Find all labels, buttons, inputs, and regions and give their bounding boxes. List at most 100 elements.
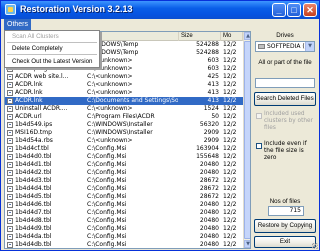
table-row[interactable]: Uninstall ACDR.... C:\<unknown> 1524 12/2 xyxy=(5,105,243,113)
file-icon xyxy=(7,106,13,112)
cell-name: 1b4d4da.tbl xyxy=(15,233,52,240)
file-icon xyxy=(7,130,13,136)
table-row[interactable]: 1b4d4d7.tbl C:\Config.Msi 20480 12/2 xyxy=(5,209,243,217)
restore-by-copying-button[interactable]: Restore by Copying xyxy=(254,219,316,233)
file-icon xyxy=(7,194,13,200)
cell-modified: 12/2 xyxy=(223,57,237,64)
resize-grip[interactable] xyxy=(312,243,318,249)
file-icon xyxy=(7,162,13,168)
column-header-modified[interactable]: Mo xyxy=(221,32,243,41)
cell-path: C:\Config.Msi xyxy=(87,241,127,248)
table-row[interactable]: MSI16D.tmp C:\WINDOWS\Installer 2909 12/2 xyxy=(5,129,243,137)
cell-path: C:\Config.Msi xyxy=(87,153,127,160)
file-icon xyxy=(7,226,13,232)
scroll-down-arrow-icon[interactable]: ▼ xyxy=(244,240,250,248)
file-icon xyxy=(7,114,13,120)
cell-name: 1b4d4d0.tbl xyxy=(15,153,52,160)
vertical-scrollbar[interactable]: ▲ ▼ xyxy=(243,32,250,248)
include-used-clusters-checkbox[interactable] xyxy=(256,113,262,119)
include-zero-size-checkbox[interactable] xyxy=(256,143,262,149)
cell-name: 1b4d4d2.tbl xyxy=(15,169,52,176)
cell-path: C:\Config.Msi xyxy=(87,185,127,192)
cell-modified: 12/2 xyxy=(223,161,237,168)
table-row[interactable]: 1b4d4d6.tbl C:\Config.Msi 20480 12/2 xyxy=(5,201,243,209)
app-icon xyxy=(5,4,16,15)
table-row[interactable]: ACDR web site.l... C:\<unknown> 425 12/2 xyxy=(5,73,243,81)
cell-size: 20480 xyxy=(199,161,219,168)
table-row[interactable]: 1b4d549.ips C:\WINDOWS\Installer 56320 12/2 xyxy=(5,121,243,129)
table-row[interactable]: 1b4d4db.tbl C:\Config.Msi 20480 12/2 xyxy=(5,241,243,248)
chevron-down-icon[interactable]: ▼ xyxy=(305,42,314,51)
table-row[interactable]: ACDR.lnk C:\Documents and Settings\Softpe… xyxy=(5,97,243,105)
cell-modified: 12/2 xyxy=(223,121,237,128)
cell-size: 20480 xyxy=(199,201,219,208)
cell-name: 1b4d4db.tbl xyxy=(15,241,52,248)
cell-size: 2909 xyxy=(203,137,219,144)
cell-path: C:\Config.Msi xyxy=(87,193,127,200)
table-row[interactable]: 1b4d4d3.tbl C:\Config.Msi 28672 12/2 xyxy=(5,177,243,185)
cell-path: C:\Documents and Settings\Softpedia\... xyxy=(87,97,178,104)
cell-modified: 12/2 xyxy=(223,209,237,216)
menu-item-delete-completely[interactable]: Delete Completely xyxy=(5,44,99,53)
menu-separator xyxy=(7,54,97,55)
cell-size: 413 xyxy=(207,97,219,104)
file-icon xyxy=(7,82,13,88)
table-row[interactable]: 1b4d4d8.tbl C:\Config.Msi 20480 12/2 xyxy=(5,217,243,225)
cell-path: C:\Config.Msi xyxy=(87,225,127,232)
filename-input[interactable] xyxy=(255,78,315,88)
table-row[interactable]: 1b4d4cf.tbl C:\Config.Msi 163904 12/2 xyxy=(5,145,243,153)
file-icon xyxy=(7,98,13,104)
cell-modified: 12/2 xyxy=(223,241,237,248)
exit-button[interactable]: Exit xyxy=(254,236,316,248)
table-row[interactable]: ACDR.lnk C:\<unknown> 413 12/2 xyxy=(5,81,243,89)
cell-modified: 12/2 xyxy=(223,145,237,152)
table-row[interactable]: 1b4d4da.tbl C:\Config.Msi 20480 12/2 xyxy=(5,233,243,241)
cell-name: MSI16D.tmp xyxy=(15,129,52,136)
search-deleted-files-button[interactable]: Search Deleted Files xyxy=(254,92,316,106)
cell-path: C:\<unknown> xyxy=(87,89,133,96)
scroll-up-arrow-icon[interactable]: ▲ xyxy=(244,32,250,40)
cell-modified: 12/2 xyxy=(223,137,237,144)
drive-select[interactable]: SOFTPEDIA (C:) ▼ xyxy=(255,41,315,52)
file-icon xyxy=(7,90,13,96)
cell-path: C:\<unknown> xyxy=(87,137,133,144)
menu-item-scan-all-clusters[interactable]: Scan All Clusters xyxy=(5,32,99,41)
cell-path: C:\Program Files\ACDR xyxy=(87,113,155,120)
menu-item-check-latest-version[interactable]: Check Out the Latest Version xyxy=(5,57,99,66)
minimize-button[interactable]: _ xyxy=(272,3,286,17)
cell-size: 20480 xyxy=(199,209,219,216)
cell-modified: 12/2 xyxy=(223,169,237,176)
table-row[interactable]: 1b4d4d0.tbl C:\Config.Msi 155648 12/2 xyxy=(5,153,243,161)
table-row[interactable]: ACDR.url C:\Program Files\ACDR 50 12/2 xyxy=(5,113,243,121)
table-row[interactable]: 1b4d54a.rbs C:\<unknown> 2909 12/2 xyxy=(5,137,243,145)
cell-size: 524288 xyxy=(196,41,219,48)
table-row[interactable]: 1b4d4d9.tbl C:\Config.Msi 20480 12/2 xyxy=(5,225,243,233)
maximize-button[interactable]: □ xyxy=(287,3,301,17)
cell-modified: 12/2 xyxy=(223,153,237,160)
cell-size: 20480 xyxy=(199,217,219,224)
file-icon xyxy=(7,74,13,80)
file-icon xyxy=(7,218,13,224)
table-row[interactable]: 1b4d4d5.tbl C:\Config.Msi 28672 12/2 xyxy=(5,193,243,201)
side-panel: Drives SOFTPEDIA (C:) ▼ All or part of t… xyxy=(252,31,318,249)
cell-size: 413 xyxy=(207,81,219,88)
table-row[interactable]: ACDR.lnk C:\<unknown> 413 12/2 xyxy=(5,89,243,97)
file-icon xyxy=(7,170,13,176)
menu-others[interactable]: Others xyxy=(4,19,32,30)
table-row[interactable]: 1b4d4d4.tbl C:\Config.Msi 28672 12/2 xyxy=(5,185,243,193)
filename-label: All or part of the file xyxy=(258,59,312,66)
table-row[interactable]: 1b4d4d1.tbl C:\Config.Msi 20480 12/2 xyxy=(5,161,243,169)
nos-of-files-label: Nos of files xyxy=(269,198,301,205)
cell-name: ACDR.lnk xyxy=(15,97,43,104)
cell-size: 20480 xyxy=(199,233,219,240)
include-used-clusters-label: Included used clusters by other files xyxy=(264,111,313,131)
cell-path: C:\<unknown> xyxy=(87,105,133,112)
table-row[interactable]: 1b4d4d2.tbl C:\Config.Msi 20480 12/2 xyxy=(5,169,243,177)
title-bar[interactable]: Restoration Version 3.2.13 _ □ ✕ xyxy=(1,1,319,19)
column-header-size[interactable]: Size xyxy=(179,32,221,41)
cell-name: 1b4d4d1.tbl xyxy=(15,161,52,168)
drives-label: Drives xyxy=(276,32,294,39)
file-icon xyxy=(7,122,13,128)
close-button[interactable]: ✕ xyxy=(303,3,317,17)
scrollbar-thumb[interactable] xyxy=(244,41,250,239)
